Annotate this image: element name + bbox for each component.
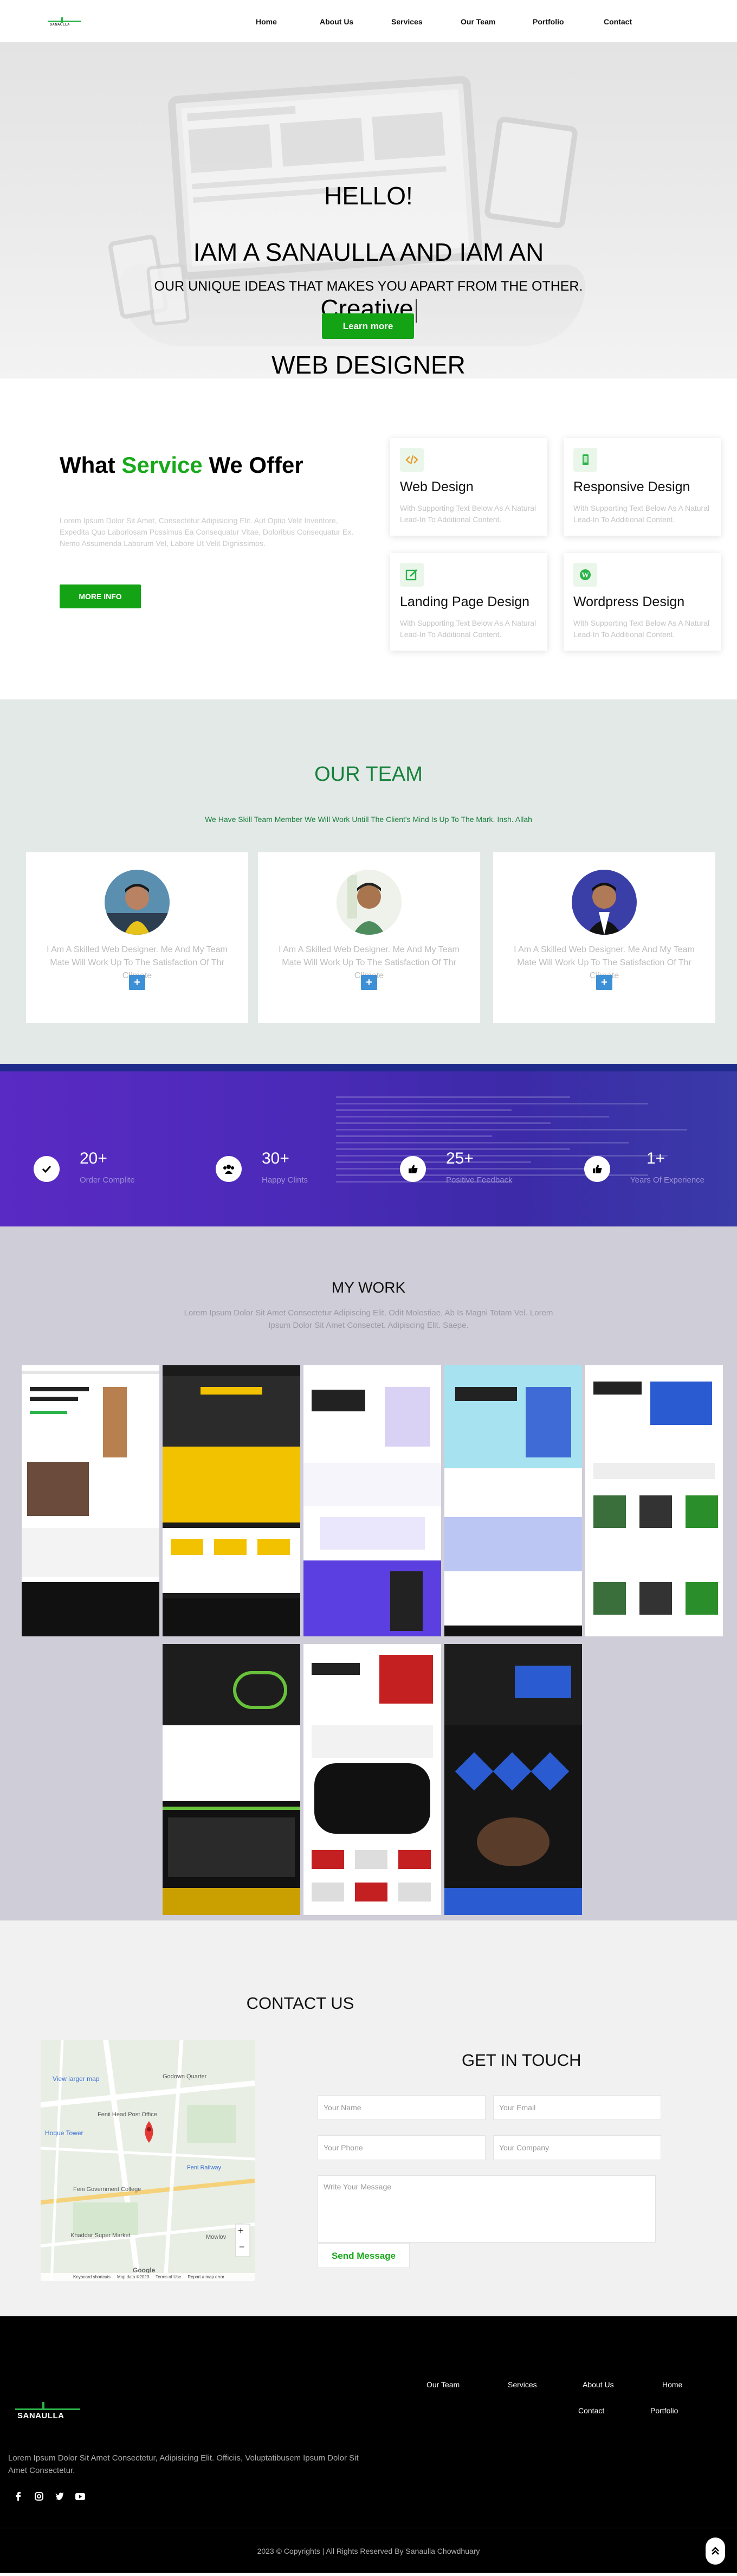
services-section: What Service We Offer Lorem Ipsum Dolor … xyxy=(0,378,737,699)
team-card: I Am A Skilled Web Designer. Me And My T… xyxy=(493,852,715,1023)
footer-logo[interactable]: SANAULLA xyxy=(15,2397,80,2421)
mobile-icon xyxy=(573,448,597,472)
code-icon xyxy=(400,448,424,472)
footer-link-services[interactable]: Services xyxy=(508,2380,537,2389)
work-subtitle: Lorem Ipsum Dolor Sit Amet Consectetur A… xyxy=(184,1308,553,1330)
footer-link-home[interactable]: Home xyxy=(662,2380,682,2389)
stats-section: 20+ Order Complite 30+ Happy Clints 25+ … xyxy=(0,1064,737,1226)
zoom-in-button[interactable]: + xyxy=(238,2225,244,2237)
name-field[interactable]: Your Name xyxy=(318,2095,486,2120)
portfolio-item[interactable] xyxy=(444,1365,582,1636)
footer-link-contact[interactable]: Contact xyxy=(578,2406,604,2415)
work-title: MY WORK xyxy=(331,1279,406,1296)
team-more-button[interactable]: + xyxy=(361,975,377,990)
portfolio-item[interactable] xyxy=(585,1365,723,1636)
team-member-photo xyxy=(572,870,637,935)
portfolio-item[interactable] xyxy=(163,1365,300,1636)
service-card-wordpress[interactable]: W Wordpress Design With Supporting Text … xyxy=(564,553,721,651)
contact-title: CONTACT US xyxy=(246,1994,354,2013)
view-larger-map-link[interactable]: View larger map xyxy=(53,2075,99,2083)
portfolio-item[interactable] xyxy=(22,1365,159,1636)
footer-link-our-team[interactable]: Our Team xyxy=(426,2380,460,2389)
get-in-touch-title: GET IN TOUCH xyxy=(462,2051,581,2070)
nav-services[interactable]: Services xyxy=(391,17,423,26)
footer-link-portfolio[interactable]: Portfolio xyxy=(650,2406,678,2415)
scroll-to-top-button[interactable] xyxy=(706,2538,725,2565)
learn-more-button[interactable]: Learn more xyxy=(322,313,414,339)
instagram-icon[interactable] xyxy=(34,2491,44,2501)
check-icon xyxy=(34,1156,60,1182)
hero-headline: HELLO! IAM A SANAULLA AND IAM AN Creativ… xyxy=(193,182,544,378)
team-subtitle: We Have Skill Team Member We Will Work U… xyxy=(205,815,532,824)
services-title: What Service We Offer xyxy=(60,452,303,478)
portfolio-section: MY WORK Lorem Ipsum Dolor Sit Amet Conse… xyxy=(0,1226,737,1920)
typing-cursor xyxy=(415,298,417,323)
site-logo[interactable]: SANAULLA xyxy=(48,17,81,27)
email-field[interactable]: Your Email xyxy=(493,2095,661,2120)
message-field[interactable]: Write Your Message xyxy=(318,2175,656,2243)
team-section: OUR TEAM We Have Skill Team Member We Wi… xyxy=(0,699,737,1064)
hero-subtitle: OUR UNIQUE IDEAS THAT MAKES YOU APART FR… xyxy=(154,279,583,294)
team-member-photo xyxy=(105,870,170,935)
site-footer: SANAULLA Our Team Services About Us Home… xyxy=(0,2316,737,2573)
social-links xyxy=(14,2491,85,2501)
copyright-text: 2023 © Copyrights | All Rights Reserved … xyxy=(257,2547,480,2555)
site-header: SANAULLA Home About Us Services Our Team… xyxy=(0,0,737,42)
double-chevron-up-icon xyxy=(712,2547,719,2555)
services-description: Lorem Ipsum Dolor Sit Amet, Consectetur … xyxy=(60,516,354,548)
code-background-graphic xyxy=(336,1096,726,1216)
service-card-web-design[interactable]: Web Design With Supporting Text Below As… xyxy=(390,438,547,536)
portfolio-item[interactable] xyxy=(163,1644,300,1915)
edit-icon xyxy=(400,563,424,587)
team-title: OUR TEAM xyxy=(314,763,423,786)
hero-section: HELLO! IAM A SANAULLA AND IAM AN Creativ… xyxy=(0,42,737,378)
nav-contact[interactable]: Contact xyxy=(604,17,632,26)
wordpress-icon: W xyxy=(573,563,597,587)
contact-section: CONTACT US View larger map Godown Quarte… xyxy=(0,1920,737,2316)
service-card-responsive-design[interactable]: Responsive Design With Supporting Text B… xyxy=(564,438,721,536)
thumbs-up-icon xyxy=(400,1156,426,1182)
youtube-icon[interactable] xyxy=(75,2491,85,2501)
team-card: I Am A Skilled Web Designer. Me And My T… xyxy=(258,852,480,1023)
send-message-button[interactable]: Send Message xyxy=(318,2243,410,2268)
nav-about-us[interactable]: About Us xyxy=(320,17,353,26)
portfolio-item[interactable] xyxy=(444,1644,582,1915)
nav-portfolio[interactable]: Portfolio xyxy=(533,17,564,26)
team-member-photo xyxy=(337,870,402,935)
portfolio-item[interactable] xyxy=(303,1644,441,1915)
nav-our-team[interactable]: Our Team xyxy=(461,17,495,26)
footer-description: Lorem Ipsum Dolor Sit Amet Consectetur, … xyxy=(8,2453,359,2475)
team-more-button[interactable]: + xyxy=(129,975,145,990)
users-icon xyxy=(216,1156,242,1182)
team-card: I Am A Skilled Web Designer. Me And My T… xyxy=(26,852,248,1023)
nav-home[interactable]: Home xyxy=(256,17,277,26)
portfolio-item[interactable] xyxy=(303,1365,441,1636)
svg-text:W: W xyxy=(581,571,589,580)
more-info-button[interactable]: MORE INFO xyxy=(60,584,141,608)
facebook-icon[interactable] xyxy=(14,2491,23,2501)
twitter-icon[interactable] xyxy=(55,2491,64,2501)
footer-link-about-us[interactable]: About Us xyxy=(583,2380,614,2389)
thumbs-up-icon xyxy=(584,1156,610,1182)
google-map[interactable]: View larger map Godown Quarter Fenii Hea… xyxy=(41,2040,255,2281)
service-card-landing-page[interactable]: Landing Page Design With Supporting Text… xyxy=(390,553,547,651)
zoom-out-button[interactable]: − xyxy=(239,2241,245,2253)
team-more-button[interactable]: + xyxy=(596,975,612,990)
company-field[interactable]: Your Company xyxy=(493,2135,661,2160)
phone-field[interactable]: Your Phone xyxy=(318,2135,486,2160)
